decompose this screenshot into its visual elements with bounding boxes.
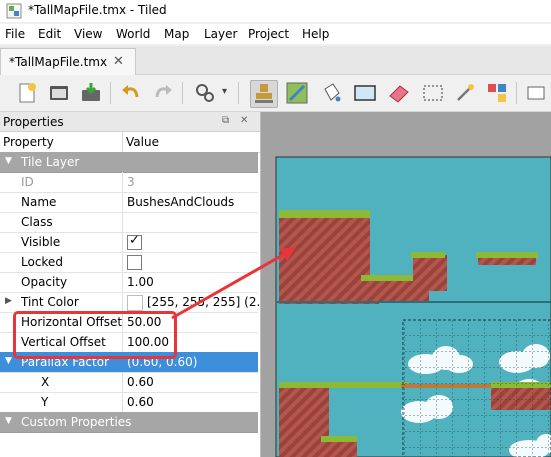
map-canvas[interactable] <box>261 112 551 457</box>
group-tile-layer[interactable]: ▼ Tile Layer <box>0 152 258 173</box>
locked-checkbox[interactable] <box>127 255 142 270</box>
prop-row-locked[interactable]: Locked <box>0 252 258 273</box>
prop-row-name[interactable]: Name BushesAndClouds <box>0 192 258 213</box>
layer-grid-overlay <box>403 320 551 457</box>
eraser-icon[interactable] <box>386 80 412 106</box>
prop-row-visible[interactable]: Visible ✓ <box>0 232 258 253</box>
checkmark-icon: ✓ <box>129 233 140 248</box>
object-tool-icon[interactable] <box>524 80 550 106</box>
menu-bar: File Edit View World Map Layer Project H… <box>0 24 551 44</box>
group-label: Custom Properties <box>21 415 132 429</box>
menu-view[interactable]: View <box>74 27 102 41</box>
col-property: Property <box>3 135 54 149</box>
prop-value[interactable]: [255, 255, 255] (2... <box>147 295 268 309</box>
prop-label: Opacity <box>21 275 68 289</box>
open-file-icon[interactable] <box>46 80 72 106</box>
prop-row-opacity[interactable]: Opacity 1.00 <box>0 272 258 293</box>
tiled-app-icon <box>6 3 22 19</box>
group-label: Tile Layer <box>21 155 80 169</box>
visible-checkbox[interactable]: ✓ <box>127 233 142 250</box>
toolbar-separator <box>110 82 111 104</box>
stamp-brush-icon[interactable] <box>250 80 278 108</box>
tile-map-view[interactable] <box>261 112 551 457</box>
highlight-box <box>13 311 177 359</box>
menu-project[interactable]: Project <box>248 27 289 41</box>
save-file-icon[interactable] <box>78 80 104 106</box>
prop-row-parallax-y[interactable]: Y 0.60 <box>0 392 258 413</box>
color-swatch[interactable] <box>127 295 143 311</box>
prop-row-id: ID 3 <box>0 172 258 193</box>
terrain-brush-icon[interactable] <box>284 80 310 106</box>
document-tab-bar: *TallMapFile.tmx ✕ <box>0 46 551 75</box>
toolbar-separator <box>182 82 183 104</box>
collapse-icon[interactable]: ▼ <box>5 356 12 366</box>
menu-edit[interactable]: Edit <box>38 27 61 41</box>
prop-label: Locked <box>21 255 63 269</box>
prop-value[interactable]: 1.00 <box>127 275 154 289</box>
menu-file[interactable]: File <box>5 27 25 41</box>
bucket-fill-icon[interactable] <box>318 80 344 106</box>
magic-wand-icon[interactable] <box>452 80 478 106</box>
collapse-icon[interactable]: ▼ <box>5 416 12 426</box>
group-custom-properties[interactable]: ▼ Custom Properties <box>0 412 258 433</box>
prop-label: ID <box>21 175 34 189</box>
prop-row-class[interactable]: Class <box>0 212 258 233</box>
toolbar-separator <box>238 82 239 104</box>
collapse-icon[interactable]: ▼ <box>5 156 12 166</box>
prop-label: Class <box>21 215 53 229</box>
shape-fill-icon[interactable] <box>352 80 378 106</box>
float-panel-icon[interactable]: ⧉ <box>222 115 229 126</box>
close-icon[interactable]: ✕ <box>113 54 124 69</box>
col-value: Value <box>126 135 159 149</box>
undo-icon[interactable] <box>118 80 144 106</box>
properties-header: Property Value <box>0 132 260 153</box>
prop-row-parallax-x[interactable]: X 0.60 <box>0 372 258 393</box>
chevron-down-icon[interactable]: ▾ <box>222 86 227 97</box>
prop-label: X <box>41 375 50 389</box>
prop-value[interactable]: 0.60 <box>127 375 154 389</box>
prop-row-tint-color[interactable]: ▶ Tint Color [255, 255, 255] (2... <box>0 292 268 313</box>
prop-value[interactable]: BushesAndClouds <box>127 195 234 209</box>
new-file-icon[interactable] <box>14 80 40 106</box>
tab-label: *TallMapFile.tmx <box>9 55 108 69</box>
panel-title: Properties <box>3 115 64 129</box>
prop-label: Visible <box>21 235 61 249</box>
rectangle-select-icon[interactable] <box>420 80 446 106</box>
properties-panel: Properties ⧉ ✕ Property Value ▼ Tile Lay… <box>0 112 268 457</box>
prop-label: Y <box>41 395 49 409</box>
prop-label: Tint Color <box>21 295 79 309</box>
expand-icon[interactable]: ▶ <box>5 296 12 306</box>
panel-title-bar: Properties ⧉ ✕ <box>0 112 260 132</box>
window-title: *TallMapFile.tmx - Tiled <box>28 3 167 17</box>
select-same-tile-icon[interactable] <box>484 80 510 106</box>
close-panel-icon[interactable]: ✕ <box>240 115 248 126</box>
main-toolbar: ▾ <box>0 75 551 112</box>
toolbar-separator <box>516 82 517 104</box>
prop-value[interactable]: 0.60 <box>127 395 154 409</box>
prop-value: 3 <box>127 175 135 189</box>
prop-label: Name <box>21 195 57 209</box>
menu-world[interactable]: World <box>116 27 150 41</box>
menu-help[interactable]: Help <box>302 27 329 41</box>
redo-icon[interactable] <box>150 80 176 106</box>
title-bar: *TallMapFile.tmx - Tiled <box>0 0 551 22</box>
tab-tallmapfile[interactable]: *TallMapFile.tmx ✕ <box>0 48 136 75</box>
menu-map[interactable]: Map <box>164 27 189 41</box>
commands-icon[interactable] <box>192 80 218 106</box>
menu-layer[interactable]: Layer <box>204 27 237 41</box>
